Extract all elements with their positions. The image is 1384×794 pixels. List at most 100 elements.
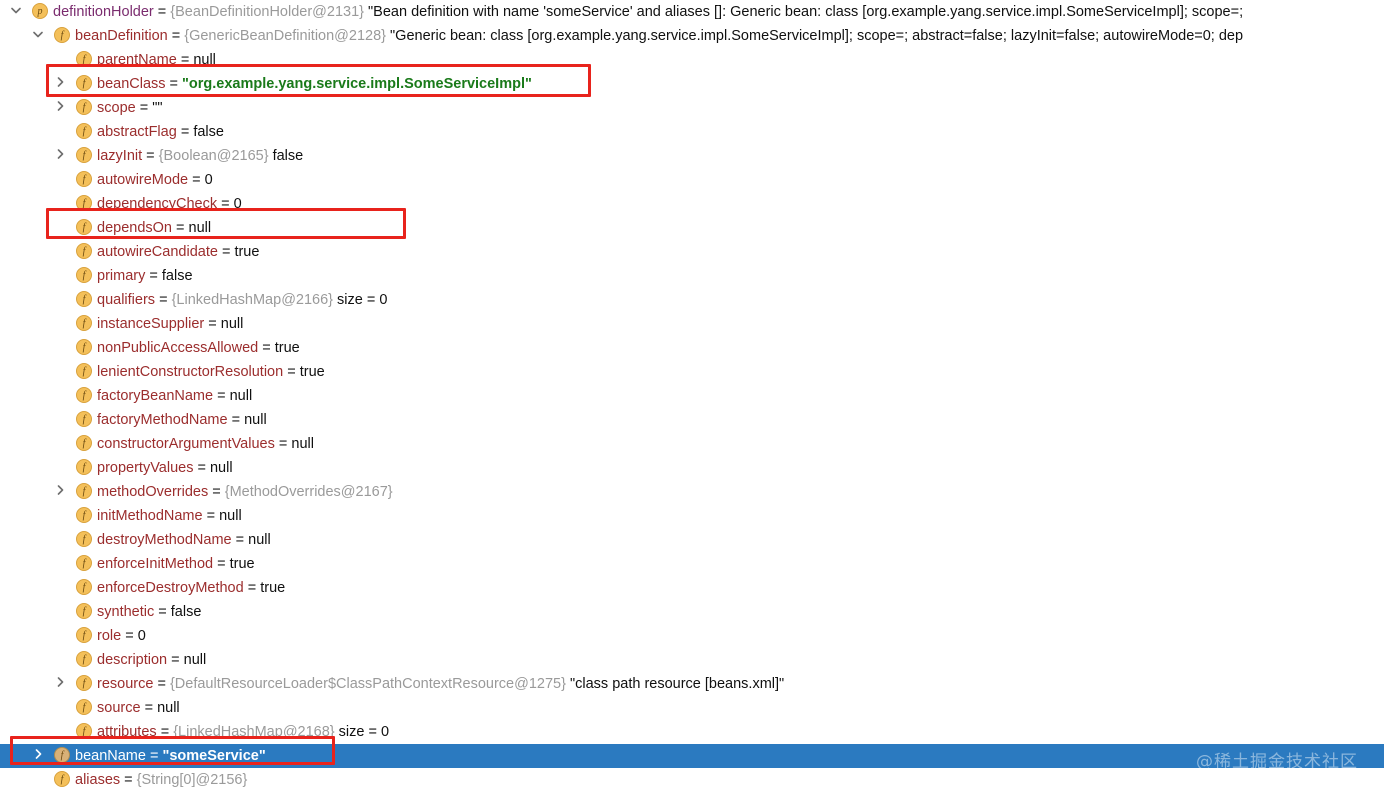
tree-row[interactable]: f instanceSupplier = null [0, 312, 1384, 336]
tree-row[interactable]: f synthetic = false [0, 600, 1384, 624]
watermark: @稀土掘金技术社区 [1196, 752, 1358, 772]
variable-value: 0 [233, 196, 242, 212]
tree-row[interactable]: f resource = {DefaultResourceLoader$Class… [0, 672, 1384, 696]
tree-row[interactable]: f attributes = {LinkedHashMap@2168} size … [0, 720, 1384, 744]
variable-value: null [209, 460, 233, 476]
tree-row[interactable]: f factoryMethodName = null [0, 408, 1384, 432]
variable-value: null [219, 508, 242, 524]
tree-row[interactable]: f parentName = null [0, 48, 1384, 72]
toggle-spacer [52, 120, 68, 144]
tree-row[interactable]: f beanClass = "org.example.yang.service.i… [0, 72, 1384, 96]
parameter-icon: p [32, 3, 48, 20]
field-icon: f [54, 771, 70, 788]
tree-row[interactable]: p definitionHolder = {BeanDefinitionHolde… [0, 0, 1384, 24]
equals-sign: = [235, 532, 245, 548]
object-reference: {DefaultResourceLoader$ClassPathContextR… [169, 676, 566, 692]
chevron-right-icon[interactable] [52, 144, 68, 168]
field-icon: f [76, 507, 92, 524]
tree-row[interactable]: f beanName = "someService" [0, 744, 1384, 768]
equals-sign: = [159, 292, 168, 308]
chevron-right-icon[interactable] [52, 72, 68, 96]
toggle-spacer [52, 504, 68, 528]
toggle-spacer [52, 264, 68, 288]
tree-row[interactable]: f nonPublicAccessAllowed = true [0, 336, 1384, 360]
variable-value: "" [152, 100, 163, 116]
variable-name: destroyMethodName [97, 532, 232, 548]
chevron-right-icon[interactable] [30, 744, 46, 768]
tree-row[interactable]: f destroyMethodName = null [0, 528, 1384, 552]
variable-value: null [248, 532, 271, 548]
equals-sign: = [171, 28, 181, 44]
variable-value: null [183, 652, 207, 668]
field-icon: f [76, 75, 92, 92]
tree-row[interactable]: f qualifiers = {LinkedHashMap@2166} size … [0, 288, 1384, 312]
tree-row[interactable]: f constructorArgumentValues = null [0, 432, 1384, 456]
tree-row[interactable]: f aliases = {String[0]@2156} [0, 768, 1384, 792]
tree-row[interactable]: f initMethodName = null [0, 504, 1384, 528]
chevron-right-icon[interactable] [52, 672, 68, 696]
tree-row[interactable]: f dependsOn = null [0, 216, 1384, 240]
tree-row[interactable]: f primary = false [0, 264, 1384, 288]
variable-value: null [244, 412, 267, 428]
tree-row[interactable]: f enforceInitMethod = true [0, 552, 1384, 576]
tree-row[interactable]: f role = 0 [0, 624, 1384, 648]
variable-name: enforceDestroyMethod [97, 580, 244, 596]
tree-row[interactable]: f dependencyCheck = 0 [0, 192, 1384, 216]
tree-row[interactable]: f methodOverrides = {MethodOverrides@2167… [0, 480, 1384, 504]
tree-row[interactable]: f abstractFlag = false [0, 120, 1384, 144]
variable-value: false [272, 148, 304, 164]
tree-row[interactable]: f propertyValues = null [0, 456, 1384, 480]
chevron-down-icon[interactable] [8, 0, 24, 24]
equals-sign: = [287, 364, 296, 380]
toggle-spacer [30, 768, 46, 792]
variable-value: true [260, 580, 286, 596]
variables-tree-panel[interactable]: p definitionHolder = {BeanDefinitionHolde… [0, 0, 1384, 794]
tree-row[interactable]: f beanDefinition = {GenericBeanDefinition… [0, 24, 1384, 48]
field-icon: f [76, 147, 92, 164]
field-icon: f [76, 651, 92, 668]
tree-row[interactable]: f scope = "" [0, 96, 1384, 120]
tree-row[interactable]: f description = null [0, 648, 1384, 672]
variable-name: aliases [75, 772, 121, 788]
variable-value: 0 [137, 628, 146, 644]
variable-value: true [229, 556, 255, 572]
tree-row[interactable]: f autowireMode = 0 [0, 168, 1384, 192]
tree-row[interactable]: f enforceDestroyMethod = true [0, 576, 1384, 600]
tree-row[interactable]: f lenientConstructorResolution = true [0, 360, 1384, 384]
tree-row[interactable]: f factoryBeanName = null [0, 384, 1384, 408]
toggle-spacer [52, 600, 68, 624]
equals-sign: = [231, 412, 241, 428]
equals-sign: = [217, 388, 226, 404]
chevron-right-icon[interactable] [52, 480, 68, 504]
field-icon: f [76, 171, 92, 188]
field-icon: f [76, 315, 92, 332]
tree-row[interactable]: f source = null [0, 696, 1384, 720]
chevron-down-icon[interactable] [30, 24, 46, 48]
tree-row[interactable]: f lazyInit = {Boolean@2165} false [0, 144, 1384, 168]
equals-sign: = [262, 340, 271, 356]
chevron-right-icon[interactable] [52, 96, 68, 120]
variable-name: factoryMethodName [97, 412, 228, 428]
equals-sign: = [169, 76, 179, 92]
tree-row[interactable]: f autowireCandidate = true [0, 240, 1384, 264]
field-icon: f [76, 459, 92, 476]
